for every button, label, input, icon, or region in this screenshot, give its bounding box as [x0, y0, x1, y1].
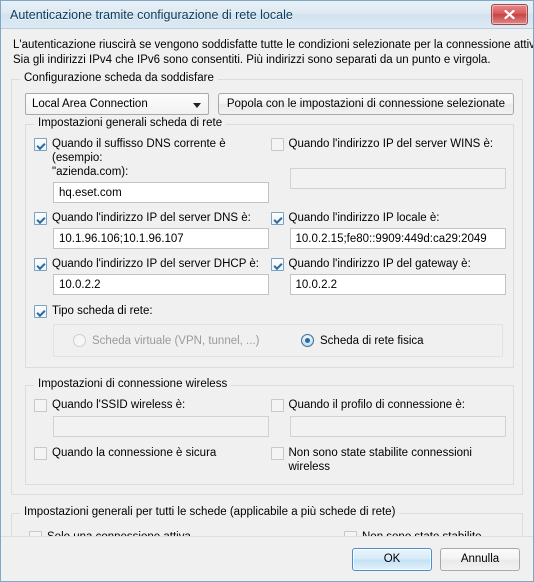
no-wireless-checkbox[interactable]: Non sono state stabilite connessioni wir… — [270, 446, 506, 474]
adapter-type-radio-row: Scheda virtuale (VPN, tunnel, ...) Sched… — [54, 334, 502, 347]
wireless-legend: Impostazioni di connessione wireless — [34, 378, 232, 390]
dialog-window: Autenticazione tramite configurazione di… — [0, 0, 534, 582]
gateway-ip-checkbox[interactable]: Quando l'indirizzo IP del gateway è: — [270, 257, 506, 271]
dialog-footer: OK Annulla — [1, 536, 533, 581]
adapter-type-checkbox-box — [34, 305, 47, 318]
no-wireless-label: Non sono state stabilite connessioni wir… — [288, 447, 472, 473]
connection-select-value: Local Area Connection — [32, 98, 148, 110]
dns-suffix-label: Quando il suffisso DNS corrente è (esemp… — [52, 137, 262, 179]
no-wireless-checkbox-box — [270, 447, 284, 460]
gateway-ip-input[interactable] — [289, 274, 506, 295]
close-button[interactable] — [491, 4, 528, 25]
local-ip-checkbox-box — [270, 212, 284, 225]
wins-server-input[interactable] — [289, 168, 506, 189]
adapter-config-legend: Configurazione scheda da soddisfare — [20, 72, 218, 84]
secure-connection-cell: Quando la connessione è sicura — [34, 446, 270, 474]
secure-connection-checkbox[interactable]: Quando la connessione è sicura — [34, 446, 262, 460]
local-ip-cell: Quando l'indirizzo IP locale è: — [270, 211, 506, 249]
radio-virtual-adapter[interactable]: Scheda virtuale (VPN, tunnel, ...) — [73, 334, 278, 347]
radio-physical-adapter-dot — [301, 334, 314, 347]
radio-physical-adapter-label: Scheda di rete fisica — [320, 334, 424, 347]
profile-checkbox[interactable]: Quando il profilo di connessione è: — [270, 398, 506, 412]
dns-suffix-label-line1: Quando il suffisso DNS corrente è (esemp… — [52, 138, 226, 164]
profile-label: Quando il profilo di connessione è: — [288, 399, 465, 411]
general-network-group: Impostazioni generali scheda di rete Qua… — [25, 117, 514, 368]
radio-physical-adapter[interactable]: Scheda di rete fisica — [301, 334, 502, 347]
adapter-type-label: Tipo scheda di rete: — [52, 305, 153, 317]
dns-suffix-label-line2: "azienda.com): — [52, 166, 129, 178]
ssid-checkbox-box — [34, 399, 47, 412]
wins-server-checkbox[interactable]: Quando l'indirizzo IP del server WINS è: — [270, 137, 506, 151]
close-icon — [504, 9, 515, 20]
wins-server-label: Quando l'indirizzo IP del server WINS è: — [288, 138, 494, 150]
dns-server-input[interactable] — [53, 228, 269, 249]
adapter-select-row: Local Area Connection Popola con le impo… — [25, 93, 514, 115]
ssid-label: Quando l'SSID wireless è: — [52, 399, 186, 411]
populate-button[interactable]: Popola con le impostazioni di connession… — [217, 93, 514, 115]
intro-line-1: L'autenticazione riuscirà se vengono sod… — [13, 39, 533, 51]
wins-server-cell: Quando l'indirizzo IP del server WINS è: — [270, 137, 506, 203]
dhcp-server-input[interactable] — [53, 274, 269, 295]
physical-adapter-cell: Scheda di rete fisica — [278, 334, 502, 347]
chevron-down-icon — [192, 103, 201, 108]
wins-server-checkbox-box — [270, 138, 284, 151]
row-secure-nowireless: Quando la connessione è sicura Non sono … — [34, 446, 505, 474]
dhcp-server-cell: Quando l'indirizzo IP del server DHCP è: — [34, 257, 270, 295]
dns-server-label: Quando l'indirizzo IP del server DNS è: — [52, 212, 251, 224]
profile-input[interactable] — [289, 416, 506, 437]
row-dns-local: Quando l'indirizzo IP del server DNS è: … — [34, 211, 506, 249]
dhcp-server-checkbox[interactable]: Quando l'indirizzo IP del server DHCP è: — [34, 257, 262, 271]
local-ip-input[interactable] — [289, 228, 506, 249]
ssid-checkbox[interactable]: Quando l'SSID wireless è: — [34, 398, 262, 412]
dns-server-checkbox-box — [34, 212, 47, 225]
dns-server-cell: Quando l'indirizzo IP del server DNS è: — [34, 211, 270, 249]
gateway-ip-checkbox-box — [270, 258, 284, 271]
dialog-content: L'autenticazione riuscirà se vengono sod… — [1, 29, 533, 536]
dhcp-server-label: Quando l'indirizzo IP del server DHCP è: — [52, 258, 259, 270]
adapter-type-radio-panel: Scheda virtuale (VPN, tunnel, ...) Sched… — [53, 324, 503, 357]
row-dhcp-gateway: Quando l'indirizzo IP del server DHCP è:… — [34, 257, 506, 295]
all-adapters-group: Impostazioni generali per tutti le sched… — [11, 506, 523, 536]
all-adapters-legend: Impostazioni generali per tutti le sched… — [20, 506, 400, 518]
secure-connection-checkbox-box — [34, 447, 47, 460]
title-bar: Autenticazione tramite configurazione di… — [1, 1, 533, 29]
ssid-input[interactable] — [53, 416, 269, 437]
adapter-type-block: Tipo scheda di rete: Scheda virtuale (VP… — [34, 304, 505, 357]
row-dns-suffix-wins: Quando il suffisso DNS corrente è (esemp… — [34, 137, 506, 203]
dns-suffix-input[interactable] — [53, 182, 269, 203]
ssid-cell: Quando l'SSID wireless è: — [34, 398, 270, 437]
dns-server-checkbox[interactable]: Quando l'indirizzo IP del server DNS è: — [34, 211, 262, 225]
intro-text: L'autenticazione riuscirà se vengono sod… — [1, 29, 533, 70]
adapter-config-group: Configurazione scheda da soddisfare Loca… — [11, 72, 523, 495]
gateway-ip-label: Quando l'indirizzo IP del gateway è: — [288, 258, 471, 270]
dns-suffix-cell: Quando il suffisso DNS corrente è (esemp… — [34, 137, 270, 203]
wireless-group: Impostazioni di connessione wireless Qua… — [25, 378, 514, 485]
profile-cell: Quando il profilo di connessione è: — [270, 398, 506, 437]
cancel-button[interactable]: Annulla — [440, 547, 520, 571]
row-ssid-profile: Quando l'SSID wireless è: Quando il prof… — [34, 398, 506, 437]
window-title: Autenticazione tramite configurazione di… — [10, 7, 293, 22]
general-network-legend: Impostazioni generali scheda di rete — [34, 117, 227, 129]
no-wireless-cell: Non sono state stabilite connessioni wir… — [270, 446, 506, 474]
gateway-ip-cell: Quando l'indirizzo IP del gateway è: — [270, 257, 506, 295]
secure-connection-label: Quando la connessione è sicura — [52, 447, 217, 459]
radio-virtual-adapter-label: Scheda virtuale (VPN, tunnel, ...) — [92, 334, 260, 347]
profile-checkbox-box — [270, 399, 284, 412]
dhcp-server-checkbox-box — [34, 258, 47, 271]
dns-suffix-checkbox-box — [34, 138, 47, 151]
adapter-type-checkbox[interactable]: Tipo scheda di rete: — [34, 304, 505, 318]
radio-virtual-adapter-dot — [73, 334, 86, 347]
dns-suffix-checkbox[interactable]: Quando il suffisso DNS corrente è (esemp… — [34, 137, 262, 179]
virtual-adapter-cell: Scheda virtuale (VPN, tunnel, ...) — [54, 334, 278, 347]
connection-select[interactable]: Local Area Connection — [25, 93, 209, 115]
local-ip-checkbox[interactable]: Quando l'indirizzo IP locale è: — [270, 211, 506, 225]
local-ip-label: Quando l'indirizzo IP locale è: — [288, 212, 440, 224]
intro-line-2: Sia gli indirizzi IPv4 che IPv6 sono con… — [13, 54, 491, 66]
ok-button[interactable]: OK — [352, 547, 432, 571]
